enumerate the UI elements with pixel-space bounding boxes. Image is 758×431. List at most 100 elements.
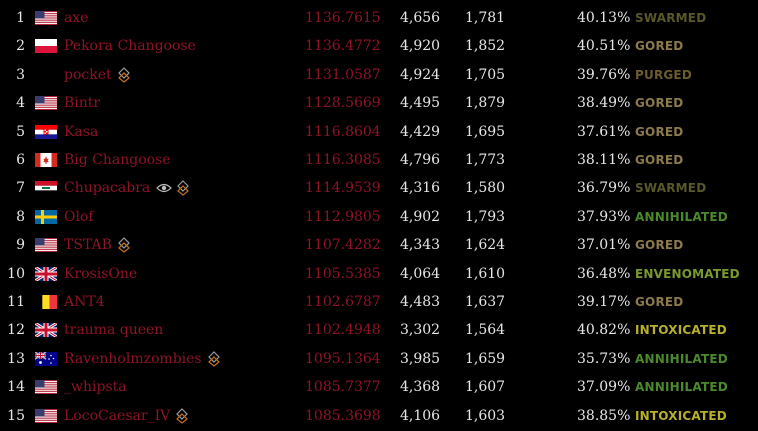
games-played: 4,656	[400, 10, 441, 26]
table-row[interactable]: 4 Bintr 1128.5669 4,495 1,879 38.49% GORED	[0, 89, 758, 117]
wins-count: 1,659	[465, 350, 506, 367]
player-name: pocket	[64, 66, 112, 83]
games-played: 3,302	[400, 322, 441, 339]
rank-number: 6	[16, 152, 25, 168]
uk-flag-icon	[35, 323, 57, 338]
player-name-link[interactable]: Ravenholmzombies	[64, 345, 225, 373]
player-name: TSTAB	[64, 237, 112, 254]
table-row[interactable]: 14 _whipsta 1085.7377 4,368 1,607 37.09% ANNIH…	[0, 373, 758, 401]
rank-number: 11	[7, 294, 25, 310]
status-badge: ANNIHILATED	[635, 209, 728, 224]
status-badge: SWARMED	[635, 11, 707, 25]
wins-count: 1,695	[465, 123, 506, 140]
rating-value: 1116.8604	[305, 123, 381, 140]
status-badge: INTOXICATED	[635, 408, 727, 423]
status-badge: ANNIHILATED	[635, 380, 728, 395]
player-name-link[interactable]: TSTAB	[64, 231, 135, 259]
table-row[interactable]: 2 Pekora Changoose 1136.4772 4,920 1,852 40.5…	[0, 32, 758, 60]
us-flag-icon	[35, 11, 57, 25]
win-percentage: 39.76%	[577, 66, 631, 83]
diamond-icon	[207, 350, 225, 367]
games-played: 4,902	[400, 208, 441, 225]
rank-number: 12	[7, 322, 25, 339]
table-row[interactable]: 7 Chupacabra 1114.9539 4,316 1,580 36.79% SWAR…	[0, 174, 758, 202]
rating-value: 1112.9805	[305, 208, 381, 225]
rating-value: 1114.9539	[305, 180, 381, 197]
rating-value: 1107.4282	[305, 237, 381, 254]
player-name-link[interactable]: axe	[64, 4, 89, 32]
table-row[interactable]: 12 trauma queen 1102.4948 3,302 1,564 40.82% I…	[0, 316, 758, 344]
player-name-link[interactable]: Big Changoose	[64, 146, 171, 174]
games-played: 4,343	[400, 237, 441, 254]
rank-number: 2	[16, 38, 25, 55]
player-name-link[interactable]: Olof	[64, 203, 94, 231]
win-percentage: 37.01%	[577, 237, 631, 254]
table-row[interactable]: 9 TSTAB 1107.4282 4,343 1,624 37.01% GORED	[0, 231, 758, 259]
rank-number: 7	[16, 180, 25, 197]
status-badge: GORED	[635, 295, 684, 309]
table-row[interactable]: 6 Big Changoose 1116.3085 4,796 1,773 38.11% G…	[0, 146, 758, 174]
games-played: 4,920	[400, 38, 441, 55]
player-name: trauma queen	[64, 322, 164, 339]
win-percentage: 40.13%	[577, 10, 631, 26]
rating-value: 1136.7615	[305, 10, 381, 26]
player-name-link[interactable]: KrosisOne	[64, 260, 137, 288]
games-played: 4,106	[400, 407, 441, 424]
rank-number: 15	[7, 407, 25, 424]
us-flag-icon	[35, 380, 57, 395]
win-percentage: 37.09%	[577, 379, 631, 396]
player-name-link[interactable]: _whipsta	[64, 373, 127, 401]
status-badge: PURGED	[635, 67, 692, 82]
status-badge: GORED	[635, 96, 684, 111]
rating-value: 1085.3698	[305, 407, 381, 424]
player-name: Pekora Changoose	[64, 38, 196, 55]
diamond-icon	[177, 180, 194, 197]
games-played: 4,796	[400, 152, 441, 168]
table-row[interactable]: 10 KrosisOne 1105.5385 4,064 1,610 36.48% ENVE…	[0, 260, 758, 288]
us-flag-icon	[35, 238, 57, 253]
player-name-link[interactable]: Kasa	[64, 118, 98, 146]
games-played: 4,316	[400, 180, 441, 197]
wins-count: 1,781	[465, 10, 506, 26]
table-row[interactable]: 13 Ravenholmzombies 1095.1364 3,985 1,659 35.…	[0, 345, 758, 373]
player-name-link[interactable]: Bintr	[64, 89, 100, 117]
rating-value: 1102.4948	[305, 322, 381, 339]
status-badge: GORED	[635, 124, 684, 139]
player-name-link[interactable]: pocket	[64, 61, 135, 89]
rating-value: 1105.5385	[305, 265, 381, 282]
pl-flag-icon	[35, 39, 57, 54]
games-played: 4,924	[400, 66, 441, 83]
player-name: LocoCaesar_IV	[64, 407, 171, 424]
player-name-link[interactable]: Chupacabra	[64, 174, 194, 202]
se-flag-icon	[35, 209, 57, 224]
player-name: axe	[64, 10, 89, 26]
rank-number: 13	[7, 350, 25, 367]
status-badge: SWARMED	[635, 181, 707, 196]
us-flag-icon	[35, 96, 57, 111]
uk-flag-icon	[35, 266, 57, 281]
diamond-icon	[117, 66, 135, 83]
table-row[interactable]: 15 LocoCaesar_IV 1085.3698 4,106 1,603 38.85%…	[0, 402, 758, 430]
rank-number: 8	[16, 208, 25, 225]
win-percentage: 38.49%	[577, 95, 631, 112]
win-percentage: 40.82%	[577, 322, 631, 339]
player-name-link[interactable]: trauma queen	[64, 316, 163, 344]
wins-count: 1,610	[465, 265, 506, 282]
diamond-icon	[176, 407, 193, 424]
win-percentage: 37.93%	[577, 208, 631, 225]
table-row[interactable]: 1 axe 1136.7615 4,656 1,781 40.13% SWARMED	[0, 4, 758, 32]
table-row[interactable]: 11 ANT4 1102.6787 4,483 1,637 39.17% GORED	[0, 288, 758, 316]
player-name-link[interactable]: LocoCaesar_IV	[64, 402, 193, 430]
table-row[interactable]: 3 pocket 1131.0587 4,924 1,705 39.76% PURGED	[0, 61, 758, 89]
player-name-link[interactable]: Pekora Changoose	[64, 32, 196, 60]
table-row[interactable]: 5 Kasa 1116.8604 4,429 1,695 37.61% GORED	[0, 118, 758, 146]
status-badge: ANNIHILATED	[635, 351, 728, 366]
table-row[interactable]: 8 Olof 1112.9805 4,902 1,793 37.93% ANNIHILATE…	[0, 203, 758, 231]
wins-count: 1,852	[465, 38, 506, 55]
player-name: ANT4	[64, 294, 105, 310]
rank-number: 14	[7, 379, 25, 396]
status-badge: GORED	[635, 153, 684, 167]
be-flag-icon	[35, 295, 57, 309]
player-name-link[interactable]: ANT4	[64, 288, 105, 316]
win-percentage: 35.73%	[577, 350, 631, 367]
